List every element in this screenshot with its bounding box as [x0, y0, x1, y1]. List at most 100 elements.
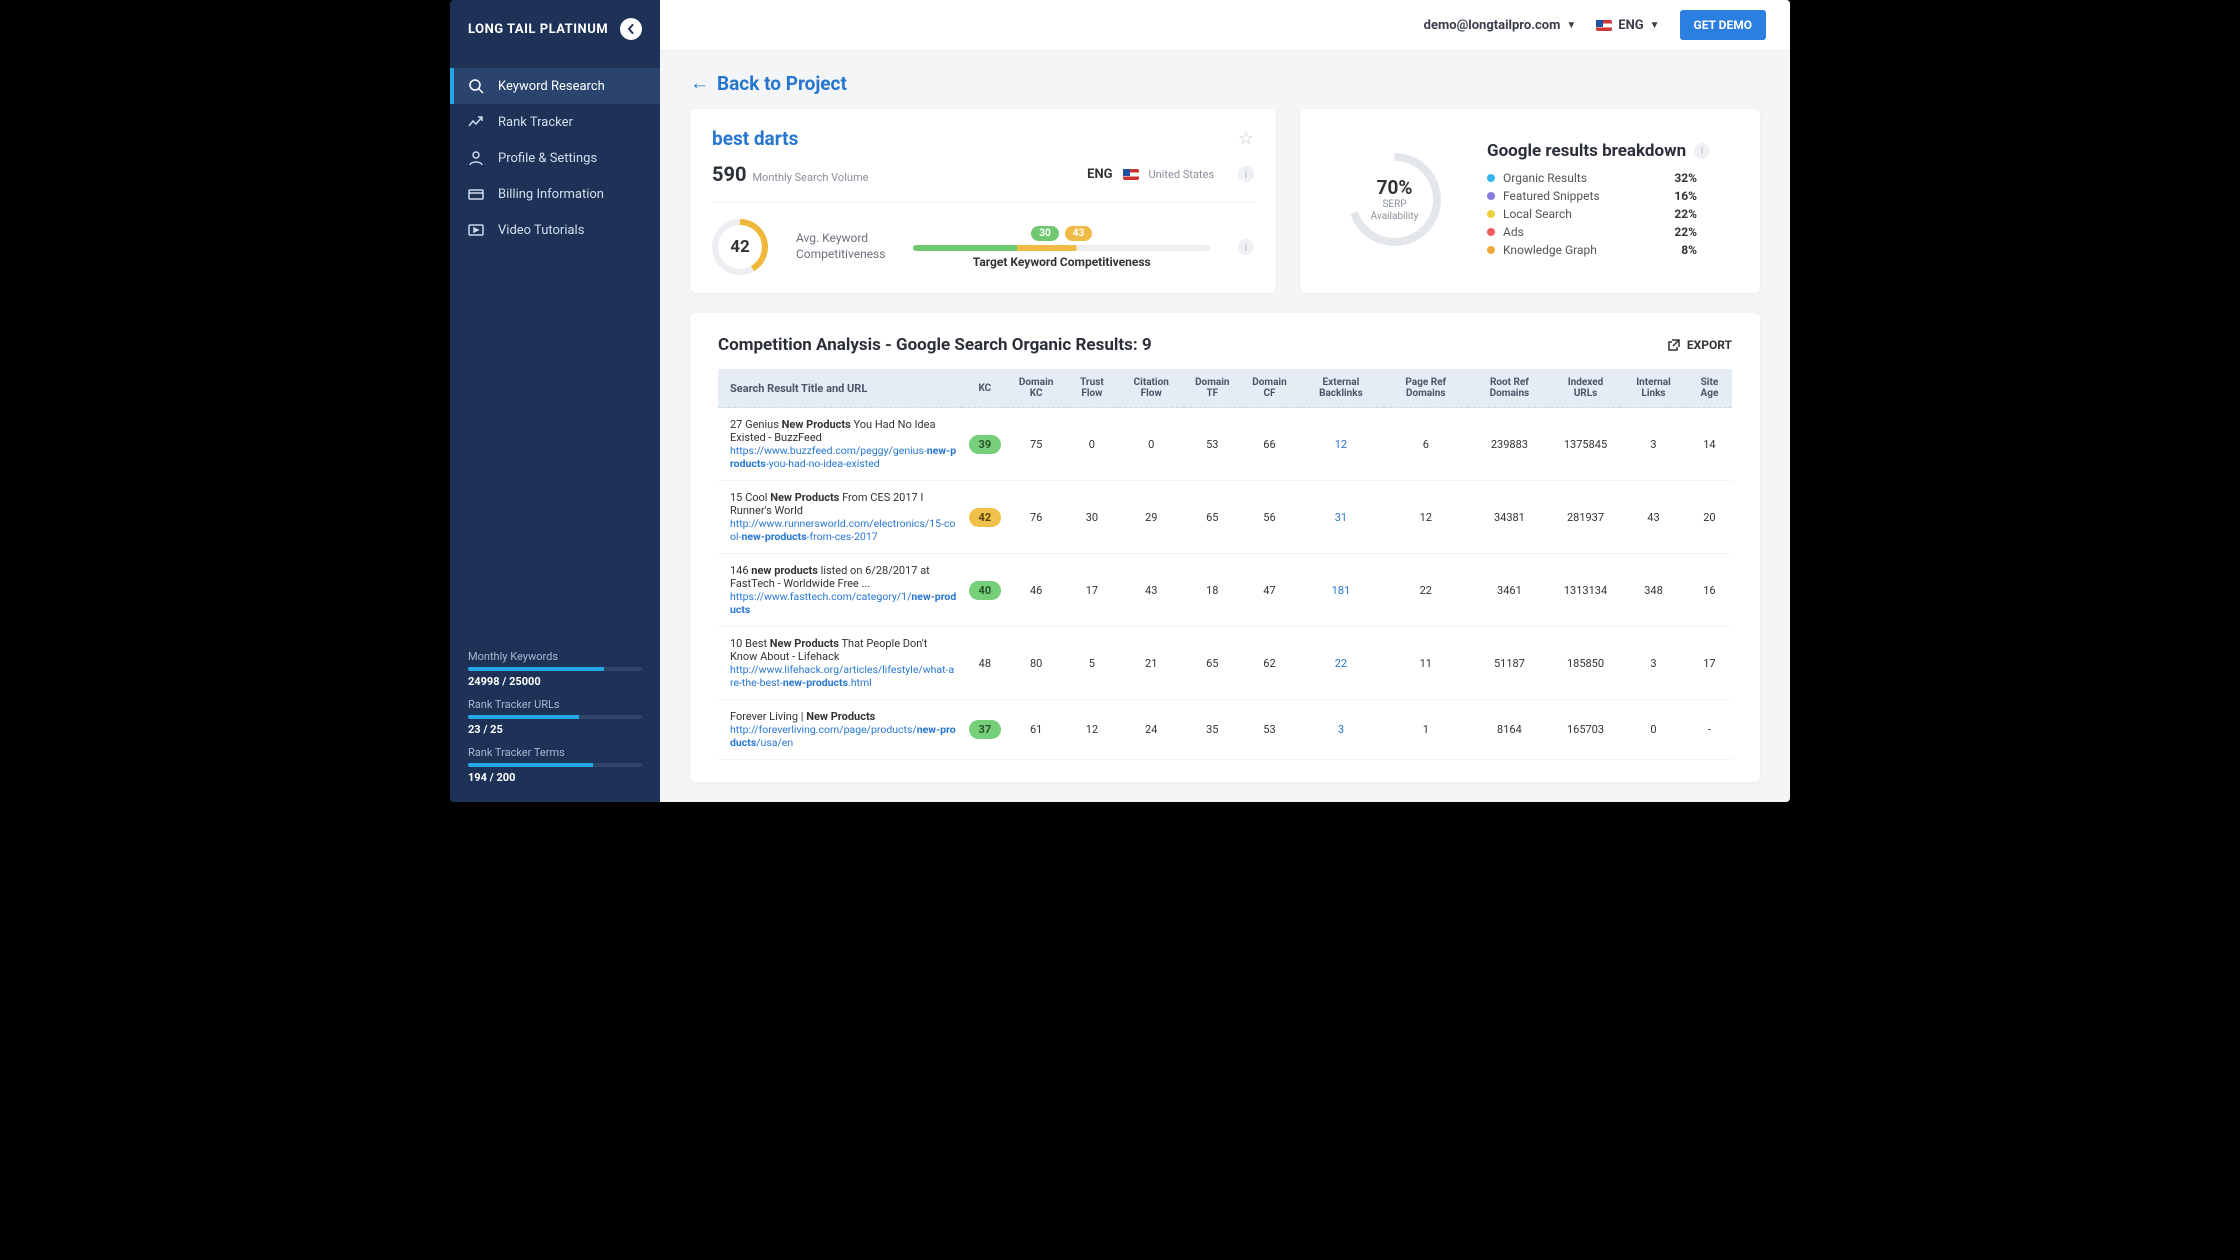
avg-kc-label-2: Competitiveness	[796, 247, 885, 263]
target-kc-block: 30 43 Target Keyword Competitiveness	[913, 226, 1210, 269]
favorite-star-icon[interactable]: ☆	[1238, 128, 1254, 149]
col-internal[interactable]: Internal Links	[1620, 369, 1687, 408]
col-ext-backlinks[interactable]: External Backlinks	[1298, 369, 1383, 408]
cell-ext: 31	[1298, 481, 1383, 554]
col-page-ref[interactable]: Page Ref Domains	[1384, 369, 1468, 408]
cell-ext: 12	[1298, 408, 1383, 481]
cell-internal: 348	[1620, 554, 1687, 627]
card-icon	[468, 186, 484, 202]
language-menu[interactable]: ENG ▼	[1596, 18, 1659, 33]
main: demo@longtailpro.com ▼ ENG ▼ GET DEMO ← …	[660, 0, 1790, 802]
result-url[interactable]: https://www.buzzfeed.com/peggy/genius-ne…	[730, 444, 957, 470]
sidebar-item-keyword-research[interactable]: Keyword Research	[450, 68, 660, 104]
serp-availability-value: 70%	[1377, 176, 1413, 199]
get-demo-button[interactable]: GET DEMO	[1680, 10, 1766, 40]
export-label: EXPORT	[1687, 338, 1732, 352]
sidebar-item-label: Keyword Research	[498, 79, 605, 94]
cell-internal: 43	[1620, 481, 1687, 554]
collapse-sidebar-button[interactable]	[620, 18, 642, 40]
cell-domain-cf: 66	[1241, 408, 1298, 481]
cell-age: 17	[1687, 627, 1732, 700]
info-icon[interactable]: i	[1238, 166, 1254, 182]
cell-domain-cf: 53	[1241, 700, 1298, 760]
cell-page-ref: 11	[1384, 627, 1468, 700]
col-domain-kc[interactable]: Domain KC	[1007, 369, 1065, 408]
locale-lang: ENG	[1087, 167, 1112, 182]
user-menu[interactable]: demo@longtailpro.com ▼	[1424, 18, 1577, 33]
stat-value: 24998 / 25000	[468, 675, 642, 688]
col-domain-tf[interactable]: Domain TF	[1184, 369, 1241, 408]
cell-age: 16	[1687, 554, 1732, 627]
col-domain-cf[interactable]: Domain CF	[1241, 369, 1298, 408]
cell-kc: 42	[963, 481, 1008, 554]
table-row[interactable]: 27 Genius New Products You Had No Idea E…	[718, 408, 1732, 481]
col-trust-flow[interactable]: Trust Flow	[1065, 369, 1119, 408]
keyword-meta: 590 Monthly Search Volume ENG United Sta…	[712, 150, 1254, 203]
cell-citation: 43	[1119, 554, 1184, 627]
table-row[interactable]: 15 Cool New Products From CES 2017 I Run…	[718, 481, 1732, 554]
legend-pct: 22%	[1674, 225, 1697, 239]
legend-label: Organic Results	[1503, 171, 1587, 185]
cell-age: 14	[1687, 408, 1732, 481]
col-indexed[interactable]: Indexed URLs	[1551, 369, 1620, 408]
keyword-title: best darts	[712, 127, 798, 150]
sidebar-item-video-tutorials[interactable]: Video Tutorials	[450, 212, 660, 248]
table-header: Competition Analysis - Google Search Org…	[718, 335, 1732, 355]
sidebar-item-rank-tracker[interactable]: Rank Tracker	[450, 104, 660, 140]
user-email: demo@longtailpro.com	[1424, 18, 1561, 33]
result-url[interactable]: http://www.lifehack.org/articles/lifesty…	[730, 663, 957, 689]
cell-indexed: 165703	[1551, 700, 1620, 760]
legend-label: Knowledge Graph	[1503, 243, 1597, 257]
cell-domain-tf: 18	[1184, 554, 1241, 627]
table-row[interactable]: 10 Best New Products That People Don't K…	[718, 627, 1732, 700]
search-icon	[468, 78, 484, 94]
cell-internal: 3	[1620, 408, 1687, 481]
info-icon[interactable]: i	[1694, 143, 1710, 159]
result-url[interactable]: http://www.runnersworld.com/electronics/…	[730, 517, 957, 543]
app-frame: LONG TAIL PLATINUM Keyword Research Rank…	[450, 0, 1790, 802]
col-age[interactable]: Site Age	[1687, 369, 1732, 408]
legend-row: Knowledge Graph8%	[1487, 241, 1697, 259]
progress-bar	[468, 667, 642, 671]
cell-title: 10 Best New Products That People Don't K…	[718, 627, 963, 700]
back-link-label: Back to Project	[717, 72, 847, 95]
play-icon	[468, 222, 484, 238]
back-to-project-link[interactable]: ← Back to Project	[690, 71, 847, 95]
result-url[interactable]: https://www.fasttech.com/category/1/new-…	[730, 590, 957, 616]
chevron-down-icon: ▼	[1566, 20, 1576, 31]
cell-kc: 37	[963, 700, 1008, 760]
sidebar-item-billing[interactable]: Billing Information	[450, 176, 660, 212]
target-kc-bar	[913, 245, 1210, 251]
cell-page-ref: 1	[1384, 700, 1468, 760]
table-row[interactable]: 146 new products listed on 6/28/2017 at …	[718, 554, 1732, 627]
col-kc[interactable]: KC	[963, 369, 1008, 408]
stat-rank-urls: Rank Tracker URLs 23 / 25	[468, 698, 642, 736]
brand-name: LONG TAIL PLATINUM	[468, 22, 608, 37]
legend-dot-icon	[1487, 174, 1495, 182]
sidebar-stats: Monthly Keywords 24998 / 25000 Rank Trac…	[450, 640, 660, 784]
table-title: Competition Analysis - Google Search Org…	[718, 335, 1152, 355]
legend-label: Ads	[1503, 225, 1524, 239]
cell-title: 146 new products listed on 6/28/2017 at …	[718, 554, 963, 627]
table-row[interactable]: Forever Living | New Products http://for…	[718, 700, 1732, 760]
cell-kc: 39	[963, 408, 1008, 481]
stat-label: Monthly Keywords	[468, 650, 642, 663]
cell-trust: 0	[1065, 408, 1119, 481]
cell-title: 27 Genius New Products You Had No Idea E…	[718, 408, 963, 481]
col-root-ref[interactable]: Root Ref Domains	[1468, 369, 1551, 408]
keyword-locale: ENG United States	[1087, 167, 1214, 182]
serp-legend: Organic Results32%Featured Snippets16%Lo…	[1487, 169, 1710, 259]
export-button[interactable]: EXPORT	[1667, 338, 1732, 352]
cell-page-ref: 12	[1384, 481, 1468, 554]
sidebar-item-profile-settings[interactable]: Profile & Settings	[450, 140, 660, 176]
result-url[interactable]: http://foreverliving.com/page/products/n…	[730, 723, 957, 749]
cell-citation: 21	[1119, 627, 1184, 700]
col-title[interactable]: Search Result Title and URL	[718, 369, 963, 408]
msv-label: Monthly Search Volume	[752, 171, 868, 184]
sidebar-item-label: Billing Information	[498, 187, 604, 202]
sidebar-item-label: Rank Tracker	[498, 115, 573, 130]
info-icon[interactable]: i	[1238, 239, 1254, 255]
keyword-header: best darts ☆	[712, 127, 1254, 150]
cell-domain-cf: 56	[1241, 481, 1298, 554]
col-citation[interactable]: Citation Flow	[1119, 369, 1184, 408]
